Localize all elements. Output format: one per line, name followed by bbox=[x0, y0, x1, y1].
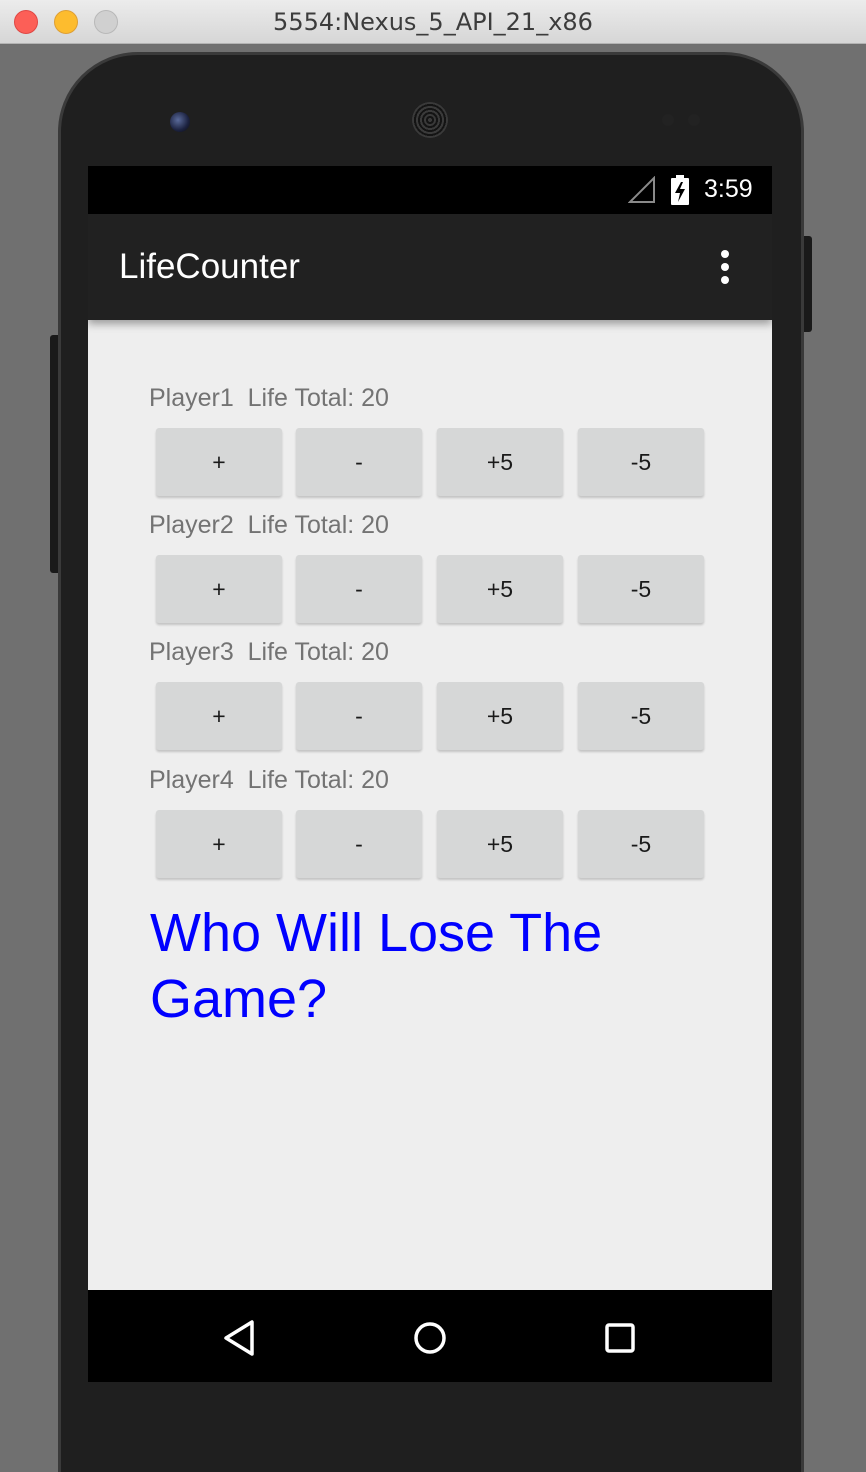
player3-life-label: Player3 Life Total: 20 bbox=[149, 638, 389, 666]
navigation-bar bbox=[88, 1290, 772, 1382]
player4-minus5-button[interactable]: -5 bbox=[578, 810, 704, 878]
player4-life-label: Player4 Life Total: 20 bbox=[149, 766, 389, 794]
signal-icon bbox=[628, 176, 655, 203]
player4-plus5-button[interactable]: +5 bbox=[437, 810, 563, 878]
home-icon[interactable] bbox=[410, 1318, 450, 1358]
window-titlebar: 5554:Nexus_5_API_21_x86 bbox=[0, 0, 866, 44]
power-button[interactable] bbox=[804, 236, 812, 332]
life-counter-content: Player1 Life Total: 20 + - +5 -5 Player2… bbox=[88, 320, 772, 1290]
player2-plus5-button[interactable]: +5 bbox=[437, 555, 563, 623]
proximity-sensor-icon bbox=[662, 114, 674, 126]
player2-plus-button[interactable]: + bbox=[156, 555, 282, 623]
status-bar: 3:59 bbox=[88, 166, 772, 214]
light-sensor-icon bbox=[688, 114, 700, 126]
player1-life-label: Player1 Life Total: 20 bbox=[149, 384, 389, 412]
player3-plus5-button[interactable]: +5 bbox=[437, 682, 563, 750]
device-screen: 3:59 LifeCounter Player1 Life Total: 20 … bbox=[88, 166, 772, 1382]
player3-plus-button[interactable]: + bbox=[156, 682, 282, 750]
player2-minus-button[interactable]: - bbox=[296, 555, 422, 623]
player1-minus5-button[interactable]: -5 bbox=[578, 428, 704, 496]
window-title: 5554:Nexus_5_API_21_x86 bbox=[273, 8, 593, 36]
player1-plus-button[interactable]: + bbox=[156, 428, 282, 496]
overflow-menu-icon[interactable] bbox=[712, 250, 738, 284]
player4-plus-button[interactable]: + bbox=[156, 810, 282, 878]
loser-question-text: Who Will Lose The Game? bbox=[150, 903, 603, 1029]
volume-button[interactable] bbox=[50, 335, 58, 573]
player4-minus-button[interactable]: - bbox=[296, 810, 422, 878]
player1-minus-button[interactable]: - bbox=[296, 428, 422, 496]
recent-apps-icon[interactable] bbox=[600, 1318, 640, 1358]
back-icon[interactable] bbox=[220, 1318, 260, 1358]
front-camera-icon bbox=[170, 112, 190, 132]
battery-charging-icon bbox=[671, 175, 689, 205]
player2-minus5-button[interactable]: -5 bbox=[578, 555, 704, 623]
player3-minus-button[interactable]: - bbox=[296, 682, 422, 750]
app-bar: LifeCounter bbox=[88, 214, 772, 320]
player2-life-label: Player2 Life Total: 20 bbox=[149, 511, 389, 539]
earpiece-speaker-icon bbox=[412, 102, 448, 138]
app-title: LifeCounter bbox=[119, 247, 300, 286]
player1-plus5-button[interactable]: +5 bbox=[437, 428, 563, 496]
player3-minus5-button[interactable]: -5 bbox=[578, 682, 704, 750]
status-clock: 3:59 bbox=[704, 175, 753, 203]
